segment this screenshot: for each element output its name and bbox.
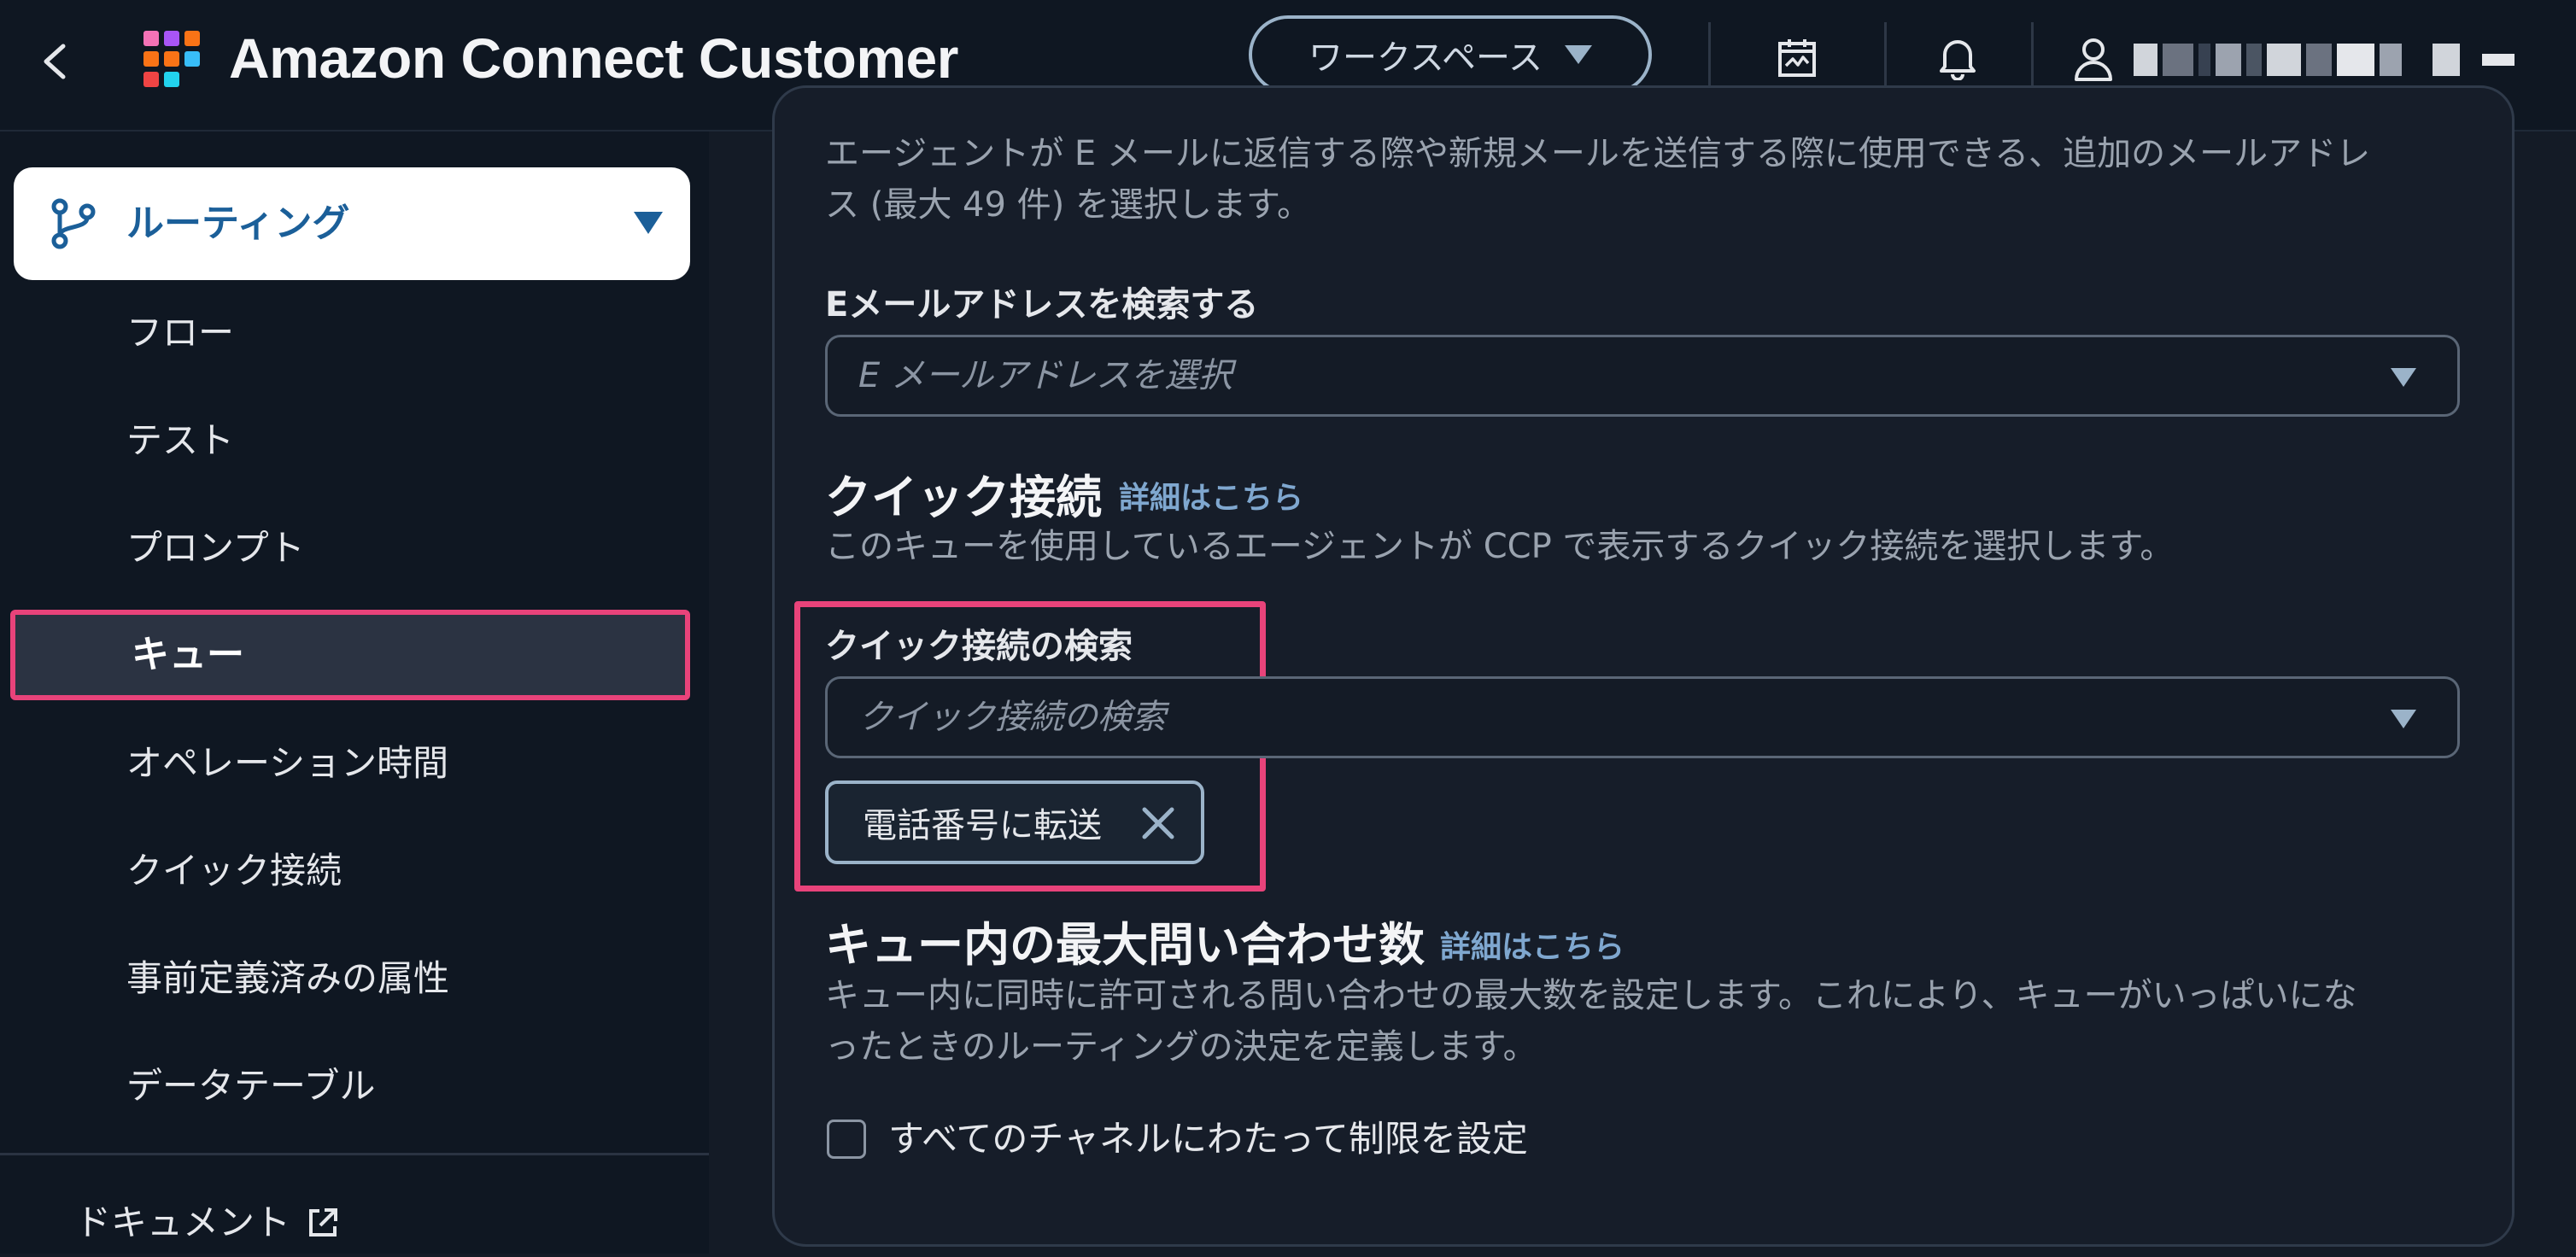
limit-all-channels-label: すべてのチャネルにわたって制限を設定 — [888, 1118, 1528, 1160]
max-contacts-description-line1: キュー内に同時に許可される問い合わせの最大数を設定します。これにより、キューがい… — [825, 976, 2357, 1015]
quick-connect-search-label: クイック接続の検索 — [825, 627, 1133, 666]
sidebar-divider — [0, 1153, 709, 1155]
caret-down-icon — [2391, 368, 2416, 387]
sidebar-item-label: キュー — [132, 633, 244, 676]
sidebar-item-quick-connects[interactable]: クイック接続 — [126, 837, 342, 905]
routing-branch-icon — [51, 198, 96, 249]
max-contacts-learn-more-link[interactable]: 詳細はこちら — [1440, 922, 1625, 967]
sidebar: ルーティング フロー テスト プロンプト キュー オペレーション時間 クイック接… — [0, 132, 709, 1254]
sidebar-item-test[interactable]: テスト — [126, 406, 234, 475]
max-contacts-title: キュー内の最大問い合わせ数 — [825, 918, 1425, 972]
user-name-redacted — [2134, 44, 2515, 76]
sidebar-group-label: ルーティング — [126, 202, 350, 245]
app-title: Amazon Connect Customer — [229, 26, 958, 90]
amazon-connect-logo-icon — [143, 31, 200, 87]
token-label: 電話番号に転送 — [863, 806, 1102, 845]
caret-down-icon — [634, 212, 663, 234]
email-select-placeholder: E メールアドレスを選択 — [858, 356, 1232, 395]
bell-icon — [1940, 40, 1976, 80]
calendar-button[interactable] — [1766, 27, 1828, 89]
limit-all-channels-checkbox[interactable] — [827, 1120, 866, 1159]
calendar-icon — [1778, 39, 1816, 77]
max-contacts-description-line2: ったときのルーティングの決定を定義します。 — [825, 1027, 1537, 1067]
sidebar-item-queues[interactable]: キュー — [10, 610, 690, 700]
sidebar-item-data-tables[interactable]: データテーブル — [126, 1052, 375, 1120]
divider — [1708, 22, 1711, 91]
sidebar-docs-label: ドキュメント — [75, 1201, 291, 1243]
user-icon — [2075, 38, 2112, 81]
email-search-label: Eメールアドレスを検索する — [825, 285, 1259, 324]
email-address-select[interactable]: E メールアドレスを選択 — [825, 335, 2460, 417]
selected-quick-connect-token: 電話番号に転送 — [825, 781, 1204, 864]
email-description-line1: エージェントが E メールに返信する際や新規メールを送信する際に使用できる、追加… — [825, 134, 2371, 173]
quick-connect-title: クイック接続 — [825, 471, 1102, 524]
quick-connect-search-placeholder: クイック接続の検索 — [858, 698, 1166, 737]
close-icon[interactable] — [1139, 804, 1177, 842]
sidebar-item-hours-of-operation[interactable]: オペレーション時間 — [126, 729, 448, 798]
sidebar-item-flows[interactable]: フロー — [126, 299, 234, 367]
sidebar-item-prompts[interactable]: プロンプト — [126, 514, 305, 582]
workspace-label: ワークスペース — [1308, 38, 1543, 78]
divider — [2031, 22, 2034, 91]
notifications-button[interactable] — [1927, 27, 1988, 89]
quick-connect-search-select[interactable]: クイック接続の検索 — [825, 676, 2460, 758]
sidebar-documentation-link[interactable]: ドキュメント — [75, 1189, 340, 1257]
sidebar-group-routing[interactable]: ルーティング — [14, 167, 690, 280]
caret-down-icon — [1565, 45, 1592, 64]
workspace-dropdown-button[interactable]: ワークスペース — [1249, 15, 1652, 94]
sidebar-item-predefined-attributes[interactable]: 事前定義済みの属性 — [126, 944, 449, 1013]
divider — [1884, 22, 1887, 91]
external-link-icon — [309, 1208, 338, 1237]
back-button[interactable] — [31, 31, 79, 92]
caret-down-icon — [2391, 710, 2416, 728]
quick-connect-learn-more-link[interactable]: 詳細はこちら — [1119, 473, 1303, 517]
email-description-line2: ス (最大 49 件) を選択します。 — [825, 185, 1311, 225]
quick-connect-description: このキューを使用しているエージェントが CCP で表示するクイック接続を選択しま… — [825, 527, 2175, 566]
chevron-left-icon — [44, 44, 66, 79]
